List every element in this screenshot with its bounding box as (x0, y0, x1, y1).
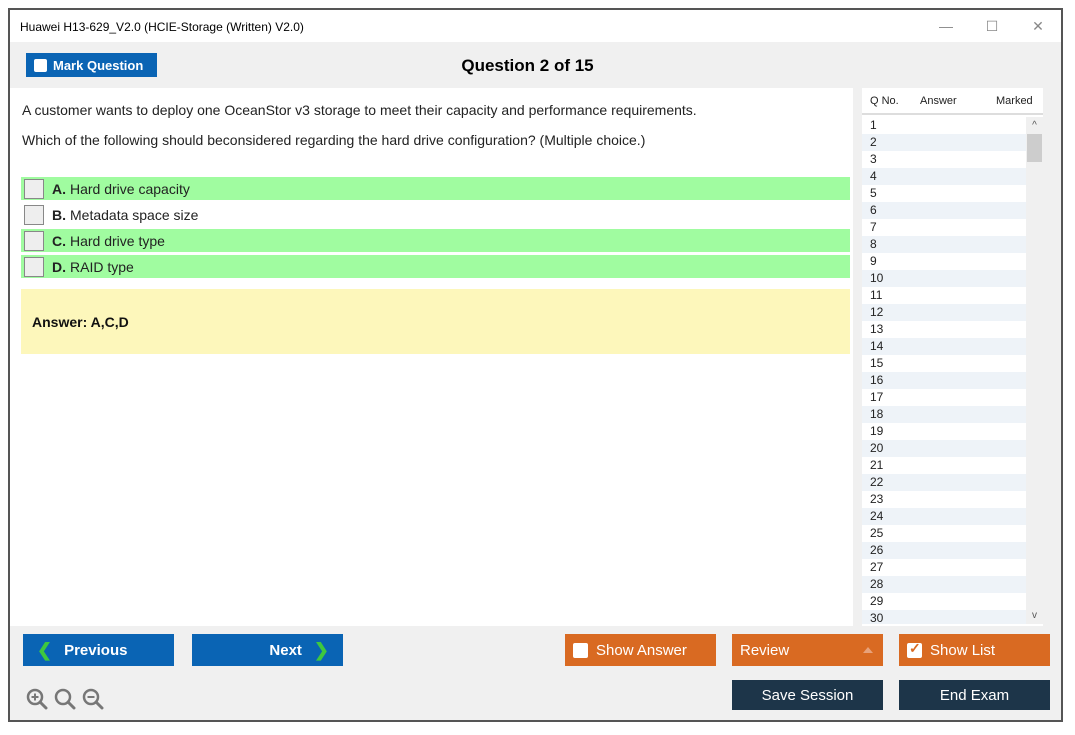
zoom-controls (26, 688, 104, 710)
show-list-label: Show List (930, 641, 996, 659)
question-list-row[interactable]: 2 (862, 134, 1043, 151)
option-a[interactable]: A. Hard drive capacity (21, 177, 850, 200)
question-list-row[interactable]: 13 (862, 321, 1043, 338)
option-text: RAID type (70, 258, 134, 275)
question-list-row[interactable]: 4 (862, 168, 1043, 185)
scroll-up-icon[interactable]: ^ (1026, 117, 1043, 134)
next-button[interactable]: Next ❯ (192, 634, 343, 666)
scroll-down-icon[interactable]: v (1026, 607, 1043, 624)
end-exam-button[interactable]: End Exam (899, 680, 1050, 710)
question-list-row[interactable]: 11 (862, 287, 1043, 304)
chevron-right-icon: ❯ (313, 639, 329, 660)
question-list-row[interactable]: 15 (862, 355, 1043, 372)
option-c-checkbox[interactable] (24, 230, 44, 251)
close-button[interactable]: ✕ (1015, 14, 1061, 38)
question-list-row[interactable]: 26 (862, 542, 1043, 559)
caret-up-icon (863, 647, 873, 653)
question-panel: A customer wants to deploy one OceanStor… (10, 88, 853, 626)
question-list-scrollbar[interactable]: ^ v (1026, 117, 1043, 624)
zoom-in-icon[interactable] (26, 688, 48, 710)
question-list-row[interactable]: 27 (862, 559, 1043, 576)
question-list-row[interactable]: 30 (862, 610, 1043, 624)
option-text: Metadata space size (70, 206, 199, 223)
maximize-button[interactable]: ☐ (969, 14, 1015, 38)
option-c[interactable]: C. Hard drive type (21, 229, 850, 252)
question-list-row[interactable]: 25 (862, 525, 1043, 542)
question-list-row[interactable]: 12 (862, 304, 1043, 321)
question-list-row[interactable]: 8 (862, 236, 1043, 253)
title-bar: Huawei H13-629_V2.0 (HCIE-Storage (Writt… (10, 10, 1061, 42)
review-dropdown[interactable]: Review (732, 634, 883, 666)
question-list-row[interactable]: 28 (862, 576, 1043, 593)
question-list-header: Q No. Answer Marked (862, 88, 1043, 115)
question-list-row[interactable]: 19 (862, 423, 1043, 440)
option-b[interactable]: B. Metadata space size (21, 203, 850, 226)
question-list-row[interactable]: 21 (862, 457, 1043, 474)
show-answer-toggle[interactable]: Show Answer (565, 634, 716, 666)
question-list-row[interactable]: 23 (862, 491, 1043, 508)
question-list-row[interactable]: 20 (862, 440, 1043, 457)
question-list-row[interactable]: 16 (862, 372, 1043, 389)
window-title: Huawei H13-629_V2.0 (HCIE-Storage (Writt… (20, 20, 304, 34)
column-header-qno[interactable]: Q No. (870, 95, 899, 107)
option-text: Hard drive type (70, 232, 165, 249)
question-list-row[interactable]: 22 (862, 474, 1043, 491)
question-list-row[interactable]: 1 (862, 117, 1043, 134)
question-list-row[interactable]: 18 (862, 406, 1043, 423)
option-letter: D. (52, 258, 66, 275)
question-list-row[interactable]: 5 (862, 185, 1043, 202)
previous-button[interactable]: ❮ Previous (23, 634, 174, 666)
app-window: Huawei H13-629_V2.0 (HCIE-Storage (Writt… (8, 8, 1063, 722)
question-list-row[interactable]: 17 (862, 389, 1043, 406)
zoom-out-icon[interactable] (82, 688, 104, 710)
minimize-button[interactable]: — (923, 14, 969, 38)
column-header-answer[interactable]: Answer (920, 95, 957, 107)
show-answer-label: Show Answer (596, 641, 687, 659)
answer-box: Answer: A,C,D (21, 289, 850, 354)
question-list-row[interactable]: 29 (862, 593, 1043, 610)
option-b-checkbox[interactable] (24, 204, 44, 225)
question-counter: Question 2 of 15 (461, 56, 594, 75)
column-header-marked[interactable]: Marked (996, 95, 1033, 107)
question-list: Q No. Answer Marked 1 2 3 4 5 6 7 8 9 10 11 12 13 14 1… (862, 88, 1043, 626)
option-text: Hard drive capacity (70, 180, 190, 197)
scrollbar-thumb[interactable] (1027, 134, 1042, 162)
show-list-toggle[interactable]: ✓ Show List (899, 634, 1050, 666)
previous-label: Previous (64, 641, 128, 659)
question-list-row[interactable]: 14 (862, 338, 1043, 355)
question-text-line1: A customer wants to deploy one OceanStor… (22, 102, 697, 118)
question-list-row[interactable]: 6 (862, 202, 1043, 219)
option-letter: B. (52, 206, 66, 223)
save-session-button[interactable]: Save Session (732, 680, 883, 710)
zoom-reset-icon[interactable] (54, 688, 76, 710)
show-list-checkbox[interactable]: ✓ (907, 639, 922, 658)
chevron-left-icon: ❮ (37, 639, 53, 660)
question-list-row[interactable]: 9 (862, 253, 1043, 270)
option-d[interactable]: D. RAID type (21, 255, 850, 278)
checkmark-icon: ✓ (909, 639, 921, 656)
question-list-row[interactable]: 24 (862, 508, 1043, 525)
next-label: Next (269, 641, 302, 659)
option-d-checkbox[interactable] (24, 256, 44, 277)
option-letter: A. (52, 180, 66, 197)
question-list-row[interactable]: 7 (862, 219, 1043, 236)
option-a-checkbox[interactable] (24, 178, 44, 199)
question-text-line2: Which of the following should beconsider… (22, 132, 646, 148)
question-list-row[interactable]: 3 (862, 151, 1043, 168)
question-list-rows: 1 2 3 4 5 6 7 8 9 10 11 12 13 14 15 16 17 18 19 20 21 22 23 24 2… (862, 117, 1043, 624)
option-letter: C. (52, 232, 66, 249)
show-answer-checkbox[interactable] (573, 642, 588, 658)
review-label: Review (740, 641, 790, 659)
question-list-row[interactable]: 10 (862, 270, 1043, 287)
